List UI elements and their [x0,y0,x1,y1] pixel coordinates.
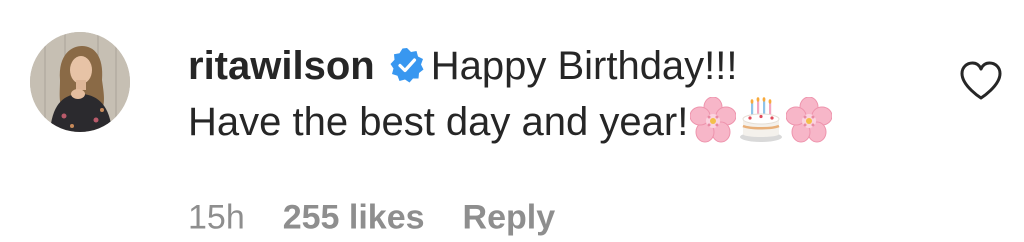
avatar[interactable] [30,32,130,132]
cherry-blossom-emoji-icon [689,96,737,143]
birthday-cake-emoji-icon [738,97,784,143]
comment-line-1: ritawilson Happy Birthday!!! [188,38,948,94]
timestamp: 15h [188,198,245,237]
comment-text-line-2: Have the best day and year! [188,100,689,144]
comment-line-2: Have the best day and year! [188,94,948,150]
likes-count-button[interactable]: 255 likes [283,199,425,237]
comment-text-line-1: Happy Birthday!!! [430,44,738,88]
reply-button[interactable]: Reply [463,199,556,237]
cherry-blossom-emoji-icon [785,96,833,143]
heart-outline-icon[interactable] [958,60,1004,102]
comment-body: ritawilson Happy Birthday!!! Have the be… [188,38,948,150]
verified-badge-icon [389,42,425,83]
username-link[interactable]: ritawilson [188,44,375,88]
comment-meta: 15h 255 likes Reply [188,199,593,238]
comment: ritawilson Happy Birthday!!! Have the be… [0,0,1024,242]
